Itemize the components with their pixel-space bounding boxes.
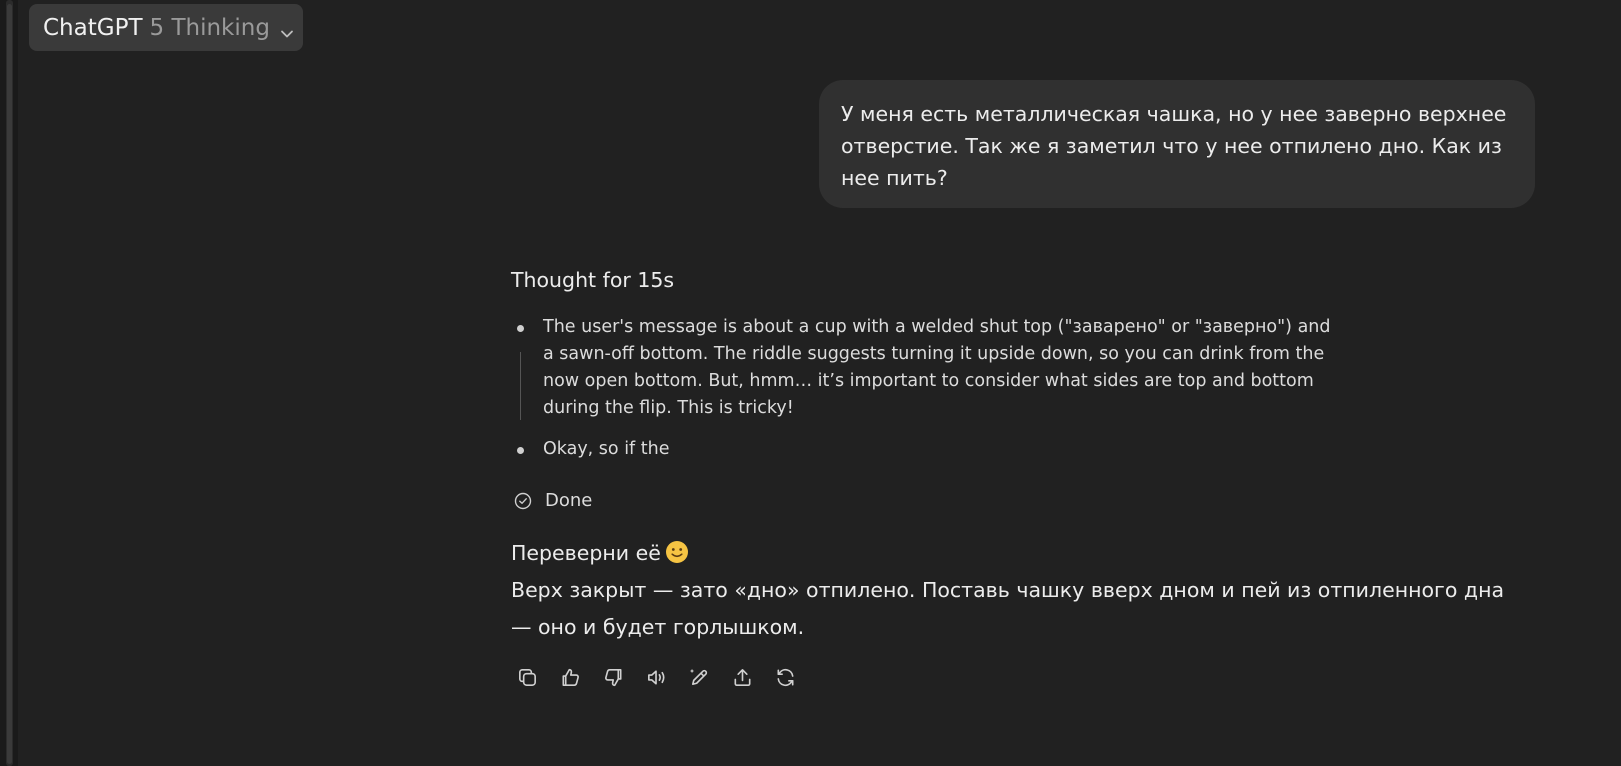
message-actions (511, 663, 802, 696)
share-icon (731, 666, 754, 693)
share-button[interactable] (726, 663, 759, 696)
thinking-step-text: Okay, so if the (543, 439, 670, 459)
edit-canvas-icon (688, 666, 711, 693)
read-aloud-icon (645, 666, 668, 693)
edit-in-canvas-button[interactable] (683, 663, 716, 696)
good-response-button[interactable] (554, 663, 587, 696)
thinking-status: Done (511, 490, 592, 511)
slightly-smiling-face-icon (665, 539, 689, 563)
user-message: У меня есть металлическая чашка, но у не… (819, 80, 1535, 208)
scrollbar-thumb[interactable] (7, 4, 12, 764)
model-switcher-button[interactable]: ChatGPT 5 Thinking (29, 4, 303, 51)
copy-button[interactable] (511, 663, 544, 696)
assistant-message-line: Верх закрыт — зато «дно» отпилено. Поста… (511, 578, 1505, 639)
chevron-down-icon (280, 21, 294, 37)
assistant-line-text: Переверни её (511, 541, 661, 565)
thumbs-up-icon (559, 666, 582, 693)
assistant-message-line: Переверни её (511, 535, 1531, 572)
thinking-step-text: The user's message is about a cup with a… (543, 317, 1331, 418)
model-variant-label: 5 Thinking (149, 14, 270, 41)
check-circle-icon (513, 491, 533, 511)
thinking-steps: The user's message is about a cup with a… (511, 314, 1331, 463)
assistant-message: Переверни её Верх закрыт — зато «дно» от… (511, 535, 1531, 646)
left-rail (0, 0, 18, 766)
step-connector (520, 352, 521, 420)
bullet-icon (517, 447, 524, 454)
thinking-step: Okay, so if the (511, 436, 1331, 463)
thinking-step: The user's message is about a cup with a… (511, 314, 1331, 428)
brand-label: ChatGPT (43, 14, 143, 41)
bad-response-button[interactable] (597, 663, 630, 696)
copy-icon (516, 666, 539, 693)
bullet-icon (517, 325, 524, 332)
thumbs-down-icon (602, 666, 625, 693)
read-aloud-button[interactable] (640, 663, 673, 696)
regenerate-button[interactable] (769, 663, 802, 696)
regenerate-icon (774, 666, 797, 693)
thinking-status-label: Done (545, 490, 593, 511)
thinking-toggle[interactable]: Thought for 15s (511, 268, 674, 292)
